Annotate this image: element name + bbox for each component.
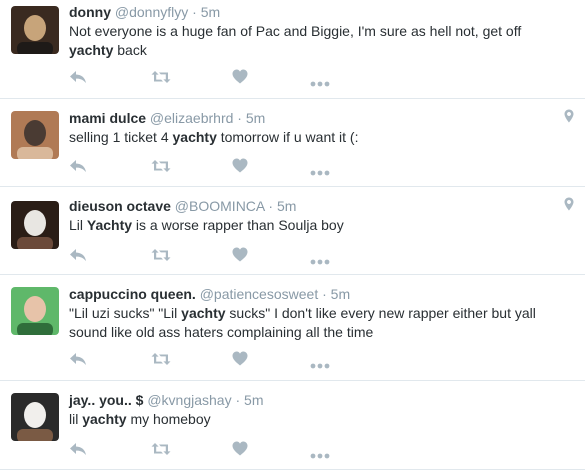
search-highlight: Yachty <box>86 217 133 233</box>
user-name[interactable]: cappuccino queen. <box>69 286 196 302</box>
tweet-text: selling 1 ticket 4 yachty tomorrow if u … <box>69 129 359 145</box>
more-icon[interactable] <box>310 163 330 179</box>
avatar[interactable] <box>11 287 59 335</box>
user-handle[interactable]: @BOOMINCA <box>171 198 265 214</box>
tweet-actions <box>69 158 369 176</box>
tweet-actions <box>69 69 369 87</box>
tweet-text: "Lil uzi sucks" "Lil yachty sucks" I don… <box>69 305 536 340</box>
tweet-text: lil yachty my homeboy <box>69 411 211 427</box>
tweet-header: jay.. you.. $ @kvngjashay · 5m <box>69 391 264 409</box>
tweet-header: dieuson octave @BOOMINCA · 5m <box>69 197 296 215</box>
heart-icon[interactable] <box>232 351 248 367</box>
tweet[interactable]: mami dulce @elizaebrhrd · 5m selling 1 ti… <box>0 99 585 187</box>
tweet-timestamp[interactable]: 5m <box>201 4 220 20</box>
user-handle[interactable]: @kvngjashay <box>143 392 231 408</box>
more-icon[interactable] <box>310 446 330 462</box>
user-handle[interactable]: @donnyflyy <box>111 4 188 20</box>
heart-icon[interactable] <box>232 441 248 457</box>
tweet-header: mami dulce @elizaebrhrd · 5m <box>69 109 265 127</box>
user-handle[interactable]: @elizaebrhrd <box>146 110 234 126</box>
tweet[interactable]: dieuson octave @BOOMINCA · 5m Lil Yachty … <box>0 187 585 275</box>
separator-dot: · <box>188 4 201 20</box>
user-handle[interactable]: @patiencesosweet <box>196 286 319 302</box>
retweet-icon[interactable] <box>151 352 171 368</box>
user-name[interactable]: dieuson octave <box>69 198 171 214</box>
tweet-text: Lil Yachty is a worse rapper than Soulja… <box>69 217 344 233</box>
heart-icon[interactable] <box>232 158 248 174</box>
tweet-timestamp[interactable]: 5m <box>246 110 265 126</box>
retweet-icon[interactable] <box>151 248 171 264</box>
tweet-timestamp[interactable]: 5m <box>277 198 296 214</box>
reply-icon[interactable] <box>69 70 87 86</box>
avatar[interactable] <box>11 393 59 441</box>
tweet-actions <box>69 441 369 459</box>
more-icon[interactable] <box>310 252 330 268</box>
retweet-icon[interactable] <box>151 442 171 458</box>
search-highlight: yachty <box>181 305 226 321</box>
search-highlight: yachty <box>172 129 217 145</box>
retweet-icon[interactable] <box>151 70 171 86</box>
tweet-actions <box>69 351 369 369</box>
tweet-header: donny @donnyflyy · 5m <box>69 3 220 21</box>
reply-icon[interactable] <box>69 159 87 175</box>
separator-dot: · <box>264 198 277 214</box>
separator-dot: · <box>231 392 245 408</box>
search-highlight: yachty <box>82 411 127 427</box>
user-name[interactable]: mami dulce <box>69 110 146 126</box>
heart-icon[interactable] <box>232 69 248 85</box>
tweet[interactable]: jay.. you.. $ @kvngjashay · 5m lil yachty… <box>0 381 585 470</box>
tweet-header: cappuccino queen. @patiencesosweet · 5m <box>69 285 350 303</box>
avatar[interactable] <box>11 6 59 54</box>
tweet-timestamp[interactable]: 5m <box>244 392 263 408</box>
tweet-text: Not everyone is a huge fan of Pac and Bi… <box>69 23 522 58</box>
separator-dot: · <box>318 286 331 302</box>
reply-icon[interactable] <box>69 442 87 458</box>
search-highlight: yachty <box>69 42 114 58</box>
reply-icon[interactable] <box>69 352 87 368</box>
tweet-actions <box>69 247 369 265</box>
tweet-timestamp[interactable]: 5m <box>331 286 350 302</box>
heart-icon[interactable] <box>232 247 248 263</box>
user-name[interactable]: jay.. you.. $ <box>69 392 143 408</box>
retweet-icon[interactable] <box>151 159 171 175</box>
location-pin-icon[interactable] <box>564 109 574 128</box>
tweet[interactable]: donny @donnyflyy · 5m Not everyone is a h… <box>0 0 585 99</box>
location-pin-icon[interactable] <box>564 197 574 216</box>
more-icon[interactable] <box>310 356 330 372</box>
tweet[interactable]: cappuccino queen. @patiencesosweet · 5m "… <box>0 275 585 381</box>
reply-icon[interactable] <box>69 248 87 264</box>
more-icon[interactable] <box>310 74 330 90</box>
user-name[interactable]: donny <box>69 4 111 20</box>
avatar[interactable] <box>11 111 59 159</box>
separator-dot: · <box>233 110 246 126</box>
avatar[interactable] <box>11 201 59 249</box>
